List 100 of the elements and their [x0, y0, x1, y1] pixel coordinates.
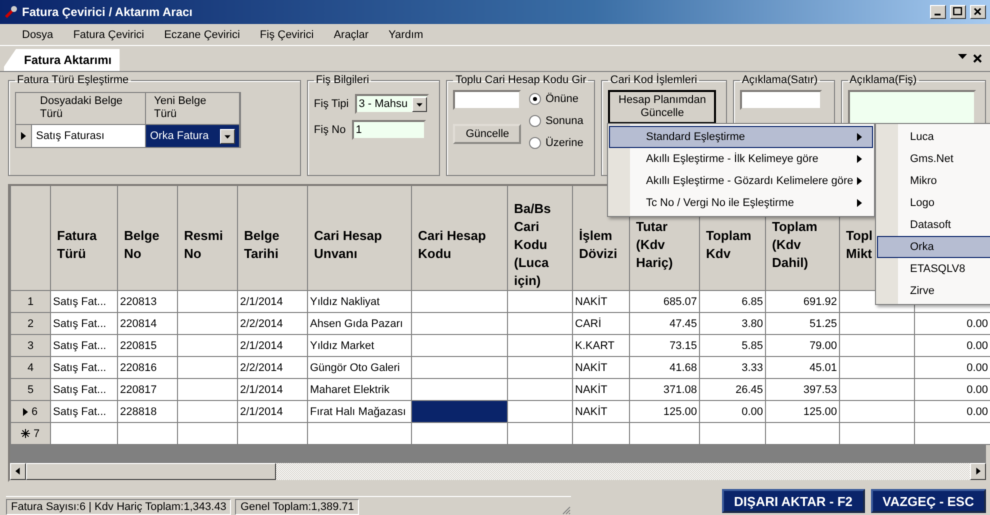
table-cell: 220815: [118, 334, 178, 356]
table-cell: [178, 378, 238, 400]
table-cell: [50, 422, 118, 444]
table-cell: Satış Faturası: [32, 125, 146, 147]
column-header[interactable]: Cari Hesap Unvanı: [308, 186, 412, 290]
radio-option[interactable]: Önüne: [529, 88, 584, 110]
radio-option[interactable]: Üzerine: [529, 132, 584, 154]
maximize-icon[interactable]: [950, 5, 966, 19]
table-cell: 51.25: [766, 312, 840, 334]
table-cell: CARİ: [572, 312, 630, 334]
scroll-left-icon[interactable]: [10, 463, 26, 480]
row-header[interactable]: 5: [10, 378, 50, 400]
table-cell: 5.85: [700, 334, 766, 356]
row-header[interactable]: 4: [10, 356, 50, 378]
column-header[interactable]: Resmi No: [178, 186, 238, 290]
table-cell: Fırat Halı Mağazası: [308, 400, 412, 422]
table-cell: 3.33: [700, 356, 766, 378]
dropdown-icon[interactable]: [412, 96, 427, 112]
table-cell: 228818: [118, 400, 178, 422]
table-cell: Satış Fat...: [50, 290, 118, 312]
table-cell: 0.00: [914, 334, 990, 356]
column-header: Yeni Belge Türü: [146, 93, 240, 125]
column-header[interactable]: Belge No: [118, 186, 178, 290]
update-button[interactable]: Hesap Planımdan Güncelle: [608, 90, 716, 124]
column-header[interactable]: Ba/Bs Cari Kodu (Luca için): [508, 186, 572, 290]
menu-item[interactable]: Akıllı Eşleştirme - İlk Kelimeye göre: [609, 148, 873, 170]
table-cell: [508, 400, 572, 422]
minimize-icon[interactable]: [930, 5, 946, 19]
wrench-icon: [4, 5, 18, 19]
type-dropdown[interactable]: 3 - Mahsu: [354, 94, 429, 114]
table-cell: 3.80: [700, 312, 766, 334]
asterisk-icon: [21, 429, 30, 438]
update-button[interactable]: Güncelle: [453, 124, 522, 144]
table-cell: [238, 422, 308, 444]
export-button[interactable]: DIŞARI AKTAR - F2: [722, 489, 864, 513]
menu-item[interactable]: Gms.Net: [877, 148, 990, 170]
row-header[interactable]: 3: [10, 334, 50, 356]
input-field[interactable]: [453, 90, 522, 110]
submenu-arrow-icon: [857, 133, 862, 141]
current-row-icon: [21, 132, 26, 140]
group-title: Açıklama(Fiş): [848, 74, 918, 86]
row-header[interactable]: 6: [10, 400, 50, 422]
menu-item[interactable]: Yardım: [378, 28, 434, 40]
horizontal-scrollbar[interactable]: [10, 463, 986, 480]
menu-item[interactable]: Zirve: [877, 280, 990, 302]
row-header[interactable]: 2: [10, 312, 50, 334]
table-cell: [178, 422, 238, 444]
input-field[interactable]: 1: [352, 120, 426, 140]
column-header[interactable]: Belge Tarihi: [238, 186, 308, 290]
column-header[interactable]: Fatura Türü: [50, 186, 118, 290]
table-cell: [508, 334, 572, 356]
menu-item[interactable]: Dosya: [12, 28, 64, 40]
menu-item[interactable]: Datasoft: [877, 214, 990, 236]
row-header[interactable]: 1: [10, 290, 50, 312]
type-dropdown[interactable]: Orka Fatura: [146, 125, 240, 147]
table-cell: [508, 290, 572, 312]
window-title: Fatura Çevirici / Aktarım Aracı: [22, 5, 194, 19]
table-cell: NAKİT: [572, 290, 630, 312]
tab[interactable]: Fatura Aktarımı: [4, 49, 120, 71]
menu-item[interactable]: Mikro: [877, 170, 990, 192]
table-cell: 220813: [118, 290, 178, 312]
menu-item[interactable]: Eczane Çevirici: [154, 28, 250, 40]
menu-item[interactable]: Fiş Çevirici: [250, 28, 324, 40]
close-icon[interactable]: [973, 54, 982, 63]
scroll-right-icon[interactable]: [970, 463, 986, 480]
cancel-button[interactable]: VAZGEÇ - ESC: [870, 489, 986, 513]
table-cell: 2/1/2014: [238, 400, 308, 422]
table-cell: [178, 400, 238, 422]
table-cell: 220816: [118, 356, 178, 378]
menu-item[interactable]: Logo: [877, 192, 990, 214]
table-cell: Satış Fat...: [50, 400, 118, 422]
field-label: Fiş No: [314, 124, 346, 136]
input-field[interactable]: [740, 90, 822, 110]
menu-item[interactable]: Fatura Çevirici: [63, 28, 154, 40]
table-cell: Maharet Elektrik: [308, 378, 412, 400]
table-cell: 6.85: [700, 290, 766, 312]
table-cell: 220814: [118, 312, 178, 334]
menu-item[interactable]: Araçlar: [324, 28, 379, 40]
menu-item[interactable]: Luca: [877, 126, 990, 148]
group-title: Fiş Bilgileri: [314, 74, 370, 86]
menu-item[interactable]: Orka: [877, 236, 990, 258]
row-header[interactable]: 7: [10, 422, 50, 444]
table-cell: 220817: [118, 378, 178, 400]
menu-item[interactable]: Standard Eşleştirme: [609, 126, 873, 148]
table-cell: [178, 334, 238, 356]
field-label: Fiş Tipi: [314, 98, 349, 110]
resize-grip-icon[interactable]: [561, 505, 571, 515]
dropdown-icon[interactable]: [958, 54, 967, 59]
table-cell: Satış Fat...: [50, 356, 118, 378]
column-header[interactable]: Cari Hesap Kodu: [412, 186, 508, 290]
table-cell: K.KART: [572, 334, 630, 356]
radio-option[interactable]: Sonuna: [529, 110, 584, 132]
table-cell: 0.00: [914, 378, 990, 400]
table-cell: 45.01: [766, 356, 840, 378]
menu-item[interactable]: ETASQLV8: [877, 258, 990, 280]
table-cell: [630, 422, 700, 444]
scroll-thumb[interactable]: [26, 463, 276, 480]
dropdown-icon[interactable]: [220, 128, 235, 144]
group-title: Açıklama(Satır): [740, 74, 819, 86]
table-cell: [700, 422, 766, 444]
